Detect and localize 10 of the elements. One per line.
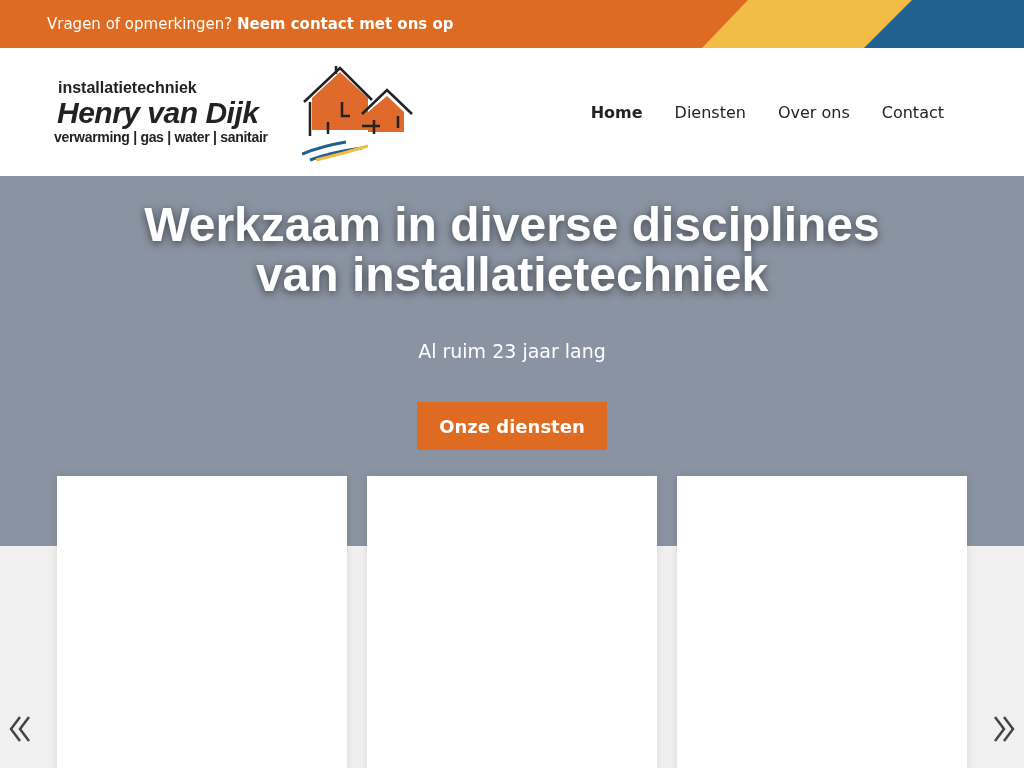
nav-link[interactable]: Home — [574, 96, 659, 128]
nav-link[interactable]: Diensten — [658, 96, 762, 128]
logo-services: verwarming | gas | water | sanitair — [54, 129, 268, 145]
contact-prompt: Vragen of opmerkingen? Neem contact met ons op — [47, 15, 454, 33]
hero-title: Werkzaam in diverse disciplines van installatietechniek — [143, 200, 881, 300]
logo-name: Henry van Dijk — [57, 97, 259, 129]
nav-link[interactable]: Contact — [865, 96, 960, 128]
nav-link[interactable]: Over ons — [761, 96, 866, 128]
logo-tagline: installatietechniek — [58, 79, 197, 97]
hero-subtitle: Al ruim 23 jaar lang — [418, 340, 606, 362]
